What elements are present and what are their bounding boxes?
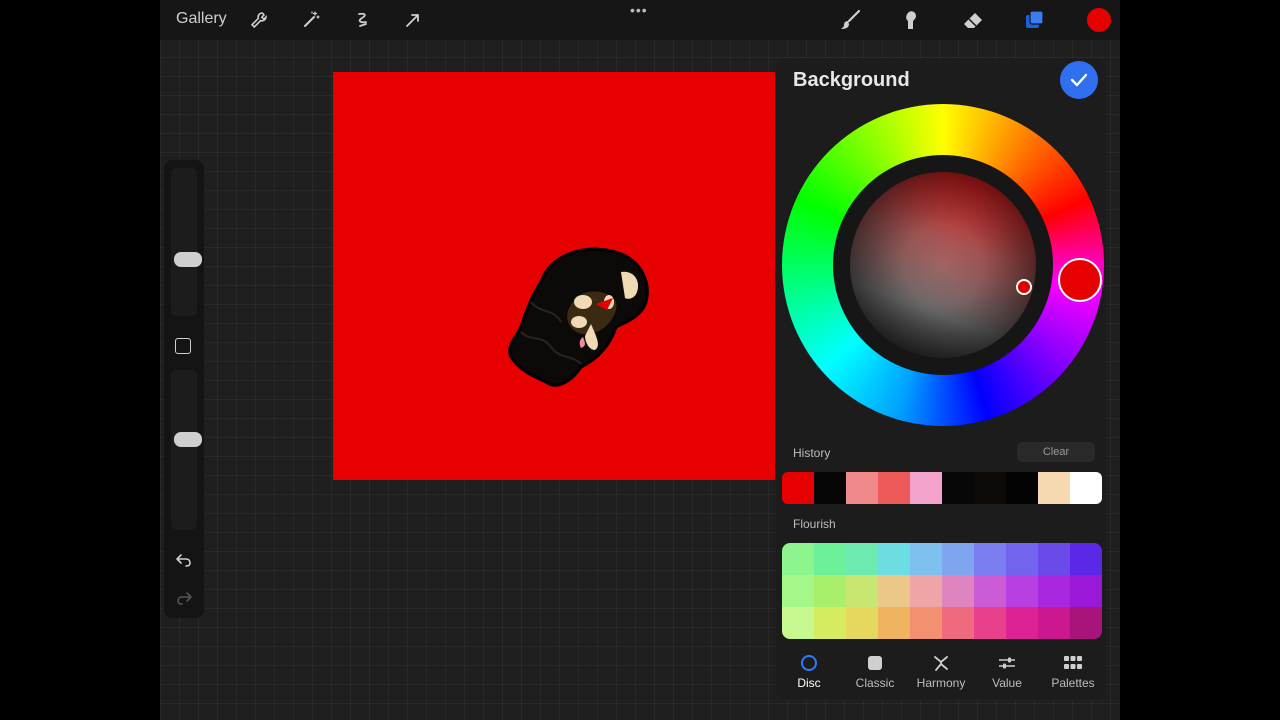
color-panel: Background History Clear Flourish Disc C… bbox=[776, 58, 1106, 700]
palette-swatch[interactable] bbox=[910, 575, 942, 607]
clear-history-button[interactable]: Clear bbox=[1017, 442, 1095, 462]
more-options-dots[interactable]: ••• bbox=[630, 2, 648, 18]
tab-label: Harmony bbox=[916, 676, 966, 690]
sliders-icon bbox=[998, 654, 1016, 672]
disc-color-marker[interactable] bbox=[1016, 279, 1032, 295]
tab-disc[interactable]: Disc bbox=[776, 648, 842, 692]
character-drawing bbox=[508, 247, 649, 387]
wrench-icon[interactable] bbox=[246, 7, 272, 33]
palette-swatch[interactable] bbox=[814, 607, 846, 639]
palette-swatch[interactable] bbox=[910, 607, 942, 639]
history-swatch[interactable] bbox=[1038, 472, 1070, 504]
brush-icon[interactable] bbox=[837, 7, 863, 33]
tab-palettes[interactable]: Palettes bbox=[1040, 648, 1106, 692]
selection-icon[interactable] bbox=[350, 7, 376, 33]
palette-swatch[interactable] bbox=[910, 543, 942, 575]
palette-swatch[interactable] bbox=[1070, 543, 1102, 575]
palette-name-label: Flourish bbox=[793, 517, 836, 531]
palette-swatch[interactable] bbox=[974, 607, 1006, 639]
tab-label: Palettes bbox=[1051, 676, 1095, 690]
history-swatch[interactable] bbox=[846, 472, 878, 504]
opacity-thumb[interactable] bbox=[174, 432, 202, 447]
palette-swatch[interactable] bbox=[1038, 543, 1070, 575]
palette-swatch[interactable] bbox=[782, 543, 814, 575]
history-swatch[interactable] bbox=[814, 472, 846, 504]
brush-size-slider[interactable] bbox=[171, 168, 202, 316]
hue-ring[interactable] bbox=[782, 104, 1104, 426]
history-swatch[interactable] bbox=[1070, 472, 1102, 504]
gallery-button[interactable]: Gallery bbox=[176, 10, 227, 28]
transform-arrow-icon[interactable] bbox=[400, 7, 426, 33]
grid-icon bbox=[1064, 654, 1082, 672]
hue-ring-inner bbox=[833, 155, 1053, 375]
palette-swatch[interactable] bbox=[782, 575, 814, 607]
palette-swatch[interactable] bbox=[782, 607, 814, 639]
classic-square-icon bbox=[866, 654, 884, 672]
tab-value[interactable]: Value bbox=[974, 648, 1040, 692]
modify-button[interactable] bbox=[175, 338, 191, 354]
history-swatch[interactable] bbox=[974, 472, 1006, 504]
history-swatch[interactable] bbox=[910, 472, 942, 504]
current-color-button[interactable] bbox=[1087, 8, 1111, 32]
palette-swatch[interactable] bbox=[974, 575, 1006, 607]
history-swatches bbox=[782, 472, 1102, 504]
palette-swatch[interactable] bbox=[1006, 575, 1038, 607]
tab-classic[interactable]: Classic bbox=[842, 648, 908, 692]
palette-swatch[interactable] bbox=[878, 607, 910, 639]
palette-swatch[interactable] bbox=[846, 575, 878, 607]
palette-swatch[interactable] bbox=[942, 543, 974, 575]
magic-wand-icon[interactable] bbox=[298, 7, 324, 33]
panel-title: Background bbox=[793, 69, 910, 91]
palette-swatch[interactable] bbox=[878, 543, 910, 575]
history-swatch[interactable] bbox=[1006, 472, 1038, 504]
palette-swatch[interactable] bbox=[878, 575, 910, 607]
history-swatch[interactable] bbox=[782, 472, 814, 504]
palette-swatch[interactable] bbox=[942, 575, 974, 607]
harmony-icon bbox=[932, 654, 950, 672]
tab-label: Value bbox=[992, 676, 1022, 690]
eraser-icon[interactable] bbox=[960, 7, 986, 33]
flourish-palette bbox=[782, 543, 1102, 639]
layers-icon[interactable] bbox=[1022, 7, 1048, 33]
tab-label: Disc bbox=[797, 676, 821, 690]
palette-swatch[interactable] bbox=[1038, 575, 1070, 607]
palette-swatch[interactable] bbox=[974, 543, 1006, 575]
palette-swatch[interactable] bbox=[846, 607, 878, 639]
saturation-brightness-disc[interactable] bbox=[850, 172, 1036, 358]
palette-swatch[interactable] bbox=[1006, 543, 1038, 575]
brush-size-thumb[interactable] bbox=[174, 252, 202, 267]
left-sidebar bbox=[164, 160, 204, 618]
artwork-canvas[interactable] bbox=[333, 72, 775, 480]
palette-swatch[interactable] bbox=[1038, 607, 1070, 639]
history-swatch[interactable] bbox=[878, 472, 910, 504]
tab-label: Classic bbox=[855, 676, 895, 690]
smudge-icon[interactable] bbox=[898, 7, 924, 33]
palette-swatch[interactable] bbox=[1070, 607, 1102, 639]
hue-ring-marker[interactable] bbox=[1058, 258, 1102, 302]
disc-icon bbox=[800, 654, 818, 672]
palette-swatch[interactable] bbox=[814, 575, 846, 607]
palette-swatch[interactable] bbox=[814, 543, 846, 575]
history-label: History bbox=[793, 446, 831, 460]
checkmark-icon bbox=[1070, 73, 1088, 87]
undo-icon[interactable] bbox=[174, 550, 194, 575]
opacity-slider[interactable] bbox=[171, 370, 202, 530]
palette-swatch[interactable] bbox=[846, 543, 878, 575]
history-swatch[interactable] bbox=[942, 472, 974, 504]
done-checkmark-button[interactable] bbox=[1060, 61, 1098, 99]
palette-swatch[interactable] bbox=[942, 607, 974, 639]
palette-swatch[interactable] bbox=[1006, 607, 1038, 639]
top-toolbar: Gallery ••• bbox=[160, 0, 1120, 40]
tab-harmony[interactable]: Harmony bbox=[908, 648, 974, 692]
procreate-screen: Gallery ••• Background History Clear Flo… bbox=[160, 0, 1120, 720]
palette-swatch[interactable] bbox=[1070, 575, 1102, 607]
redo-icon[interactable] bbox=[174, 588, 194, 613]
color-mode-tabs: Disc Classic Harmony Value Palettes bbox=[776, 648, 1106, 692]
